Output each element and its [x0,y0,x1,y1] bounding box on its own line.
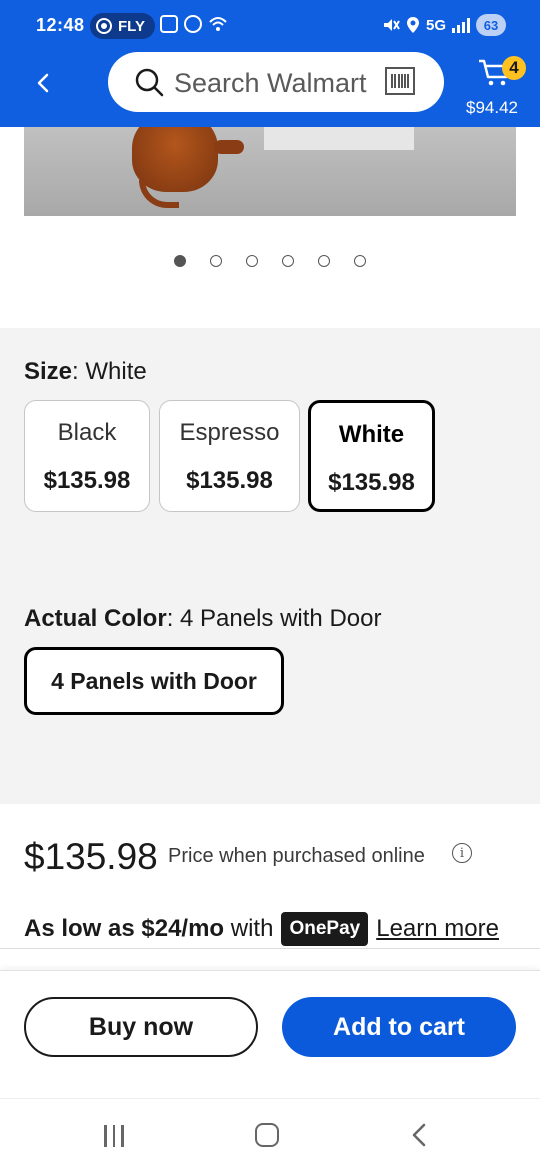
back-button[interactable] [28,68,58,98]
financing-amount: As low as $24/mo [24,915,225,942]
size-option-name: Black [57,419,117,446]
variant-options: Size: White Black $135.98 Espresso $135.… [0,328,540,804]
size-option-price: $135.98 [328,469,415,496]
size-option-espresso[interactable]: Espresso $135.98 [159,400,300,512]
chevron-left-icon [37,73,49,93]
search-icon [135,68,164,97]
status-bar: 12:48 FLY 5G 63 [0,0,540,52]
actual-color-selected: 4 Panels with Door [180,605,382,632]
status-right: 5G 63 [382,14,506,36]
pager-dot[interactable] [282,255,294,267]
hotspot-icon [184,15,202,33]
battery-icon: 63 [476,14,506,36]
color-option-4-panels-with-door[interactable]: 4 Panels with Door [24,647,284,715]
section-divider [0,948,540,949]
financing-offer: As low as $24/mo with OnePay Learn more [24,912,499,946]
carrier-label: FLY [118,17,145,35]
size-label: Size: White [24,358,147,385]
financing-with: with [230,915,274,942]
onepay-logo: OnePay [281,912,369,946]
learn-more-link[interactable]: Learn more [376,915,499,943]
search-bar[interactable]: Search Walmart [108,52,444,112]
image-pager [0,255,540,271]
size-label-title: Size [24,358,73,385]
screenshot-icon [160,15,178,33]
buy-now-button[interactable]: Buy now [24,997,258,1057]
photo-dog-tail [139,180,179,208]
pager-dot[interactable] [174,255,186,267]
home-icon[interactable] [255,1123,279,1147]
cart-total: $94.42 [466,98,518,117]
size-option-name: Espresso [179,419,280,446]
actual-color-label: Actual Color: 4 Panels with Door [24,605,382,632]
status-icons [160,15,228,33]
battery-level: 63 [483,17,499,33]
barcode-scan-icon[interactable] [384,66,416,96]
wifi-icon [209,17,227,31]
cart-button[interactable]: 4 $94.42 [466,54,530,118]
pager-dot[interactable] [318,255,330,267]
recent-apps-icon[interactable] [104,1125,128,1147]
status-time: 12:48 [36,15,85,35]
size-option-price: $135.98 [43,467,131,494]
pager-dot[interactable] [210,255,222,267]
network-label: 5G [425,16,446,34]
photo-dog-leg [214,140,244,154]
mute-icon [383,19,400,31]
size-selected: White [85,358,147,385]
info-icon[interactable]: i [452,843,472,863]
system-nav-bar [0,1098,540,1170]
size-option-price: $135.98 [186,467,273,494]
add-to-cart-button[interactable]: Add to cart [282,997,516,1057]
app-header: 12:48 FLY 5G 63 Search Walmart 4 $94.42 [0,0,540,127]
size-option-name: White [338,421,405,448]
action-bar: Buy now Add to cart [0,970,540,1098]
location-icon [406,17,419,33]
search-placeholder[interactable]: Search Walmart [174,68,367,99]
cart-count-badge: 4 [502,56,526,80]
price-note: Price when purchased online [168,845,425,867]
size-option-black[interactable]: Black $135.98 [24,400,150,512]
carrier-icon [96,18,112,34]
product-price: $135.98 [24,836,158,877]
pager-dot[interactable] [246,255,258,267]
actual-color-label-title: Actual Color [24,605,167,632]
product-page: 12:48 FLY 5G 63 Search Walmart 4 $94.42 … [0,0,540,1170]
back-icon[interactable] [408,1123,432,1147]
pager-dot[interactable] [354,255,366,267]
signal-icon [452,17,470,33]
size-option-white[interactable]: White $135.98 [308,400,435,512]
carrier-chip: FLY [90,13,155,39]
